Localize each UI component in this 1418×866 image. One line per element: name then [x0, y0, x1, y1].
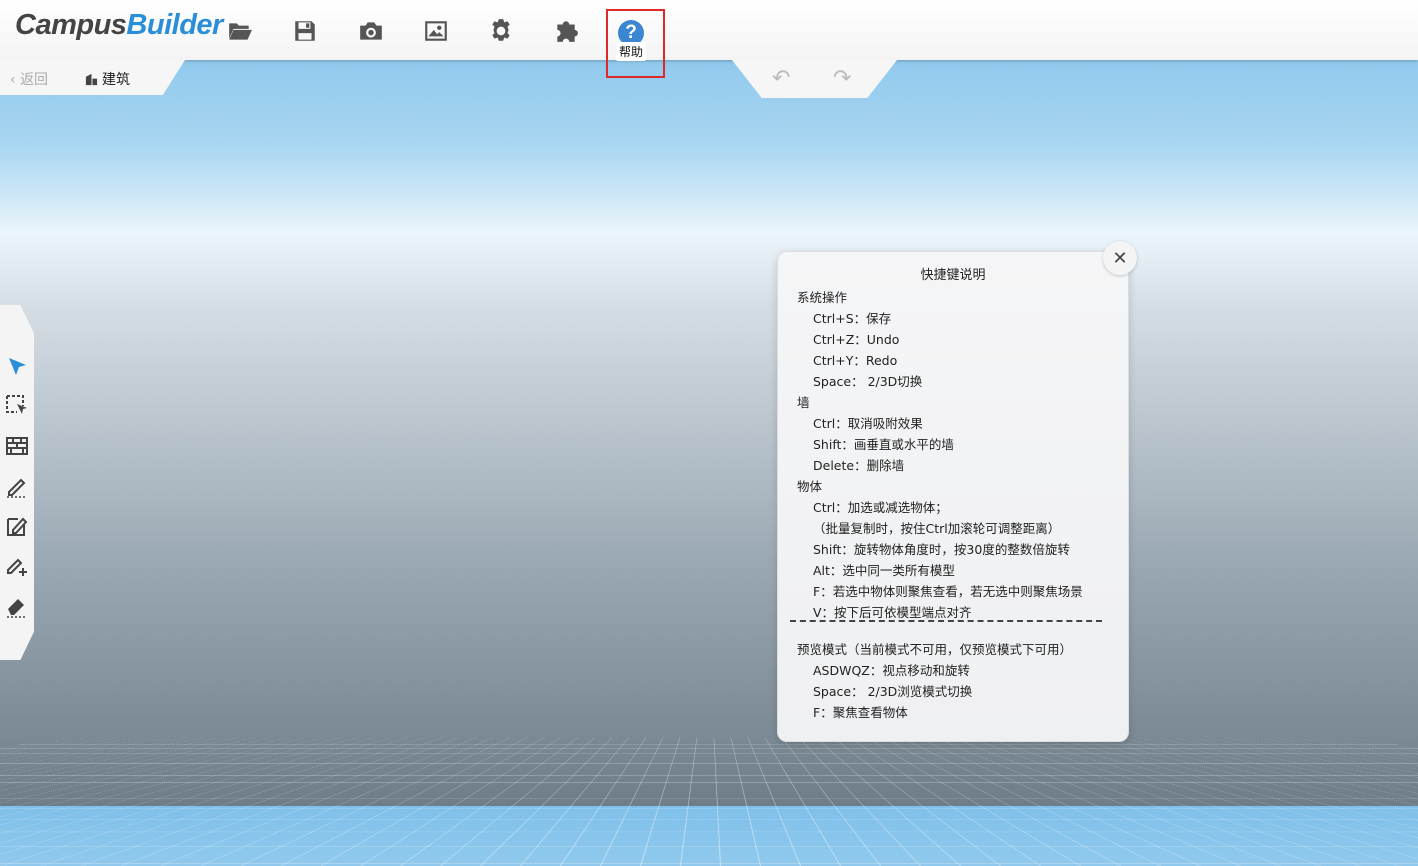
- box-select-tool[interactable]: [4, 393, 30, 419]
- select-tool[interactable]: [4, 354, 30, 380]
- dialog-close-button[interactable]: ✕: [1103, 241, 1137, 275]
- chevron-left-icon: ‹: [10, 72, 16, 88]
- shortcut-line: ASDWQZ：视点移动和旋转: [813, 663, 970, 678]
- shortcut-line: Space： 2/3D浏览模式切换: [813, 684, 973, 699]
- save-icon: [295, 21, 315, 41]
- redo-button[interactable]: ↷: [833, 66, 851, 91]
- undo-button[interactable]: ↶: [772, 66, 790, 91]
- save-button[interactable]: [289, 15, 321, 47]
- back-label: 返回: [20, 72, 49, 88]
- building-tab[interactable]: 建筑: [85, 69, 130, 89]
- shortcut-line: Alt：选中同一类所有模型: [813, 563, 955, 578]
- shortcut-line: Ctrl+S：保存: [813, 311, 892, 326]
- shortcut-line: V：按下后可依模型端点对齐: [813, 605, 972, 620]
- draw-tool[interactable]: [4, 473, 30, 499]
- add-point-tool[interactable]: [4, 553, 30, 579]
- section-system: 系统操作: [797, 290, 848, 305]
- history-bar: [732, 60, 897, 98]
- shortcut-line: F：若选中物体则聚焦查看，若无选中则聚焦场景: [813, 584, 1083, 599]
- section-object: 物体: [797, 479, 823, 494]
- redo-icon: ↷: [833, 66, 852, 91]
- edit-area-tool[interactable]: [4, 513, 30, 539]
- select-arrow-icon: [9, 358, 26, 375]
- shortcut-line: Shift：画垂直或水平的墙: [813, 437, 954, 452]
- back-button[interactable]: ‹ 返回: [10, 69, 48, 89]
- building-icon: [85, 73, 98, 85]
- image-icon: [425, 21, 447, 41]
- settings-button[interactable]: [485, 15, 517, 47]
- section-wall: 墙: [797, 395, 810, 410]
- open-folder-button[interactable]: [224, 15, 256, 47]
- shortcut-line: Shift：旋转物体角度时，按30度的整数倍旋转: [813, 542, 1070, 557]
- add-pen-icon: [7, 558, 27, 576]
- shortcut-line: Ctrl+Y：Redo: [813, 353, 898, 368]
- eraser-tool[interactable]: [4, 593, 30, 619]
- shortcut-line: Space： 2/3D切换: [813, 374, 923, 389]
- screenshot-button[interactable]: [355, 15, 387, 47]
- dialog-title: 快捷键说明: [920, 268, 986, 283]
- close-icon: ✕: [1112, 247, 1128, 269]
- app-logo: CampusBuilder: [15, 9, 223, 41]
- shortcut-line: F：聚焦查看物体: [813, 705, 908, 720]
- shortcut-line: （批量复制时，按住Ctrl加滚轮可调整距离）: [813, 521, 1061, 536]
- wall-tool[interactable]: [4, 433, 30, 459]
- background-image-button[interactable]: [420, 15, 452, 47]
- eraser-icon: [7, 599, 27, 618]
- help-tooltip: 帮助: [616, 42, 647, 61]
- plugins-button[interactable]: [550, 15, 582, 47]
- floor-grid: [0, 737, 1418, 866]
- help-icon: ?: [625, 22, 637, 43]
- shortcut-line: Ctrl：取消吸附效果: [813, 416, 923, 431]
- undo-icon: ↶: [772, 66, 791, 91]
- camera-icon: [360, 22, 382, 40]
- open-folder-icon: [229, 23, 252, 40]
- shortcut-line: Ctrl：加选或减选物体；: [813, 500, 948, 515]
- settings-gear-icon: [492, 19, 510, 41]
- dialog-separator: [790, 620, 1102, 622]
- wall-brick-icon: [6, 437, 28, 455]
- box-select-icon: [6, 395, 27, 414]
- plugin-puzzle-icon: [557, 21, 578, 42]
- section-preview: 预览模式（当前模式不可用，仅预览模式下可用）: [797, 642, 1073, 657]
- draw-pen-icon: [7, 478, 27, 498]
- building-label: 建筑: [102, 72, 130, 88]
- shortcut-line: Delete：删除墙: [813, 458, 905, 473]
- edit-area-icon: [7, 517, 28, 536]
- shortcut-line: Ctrl+Z：Undo: [813, 332, 900, 347]
